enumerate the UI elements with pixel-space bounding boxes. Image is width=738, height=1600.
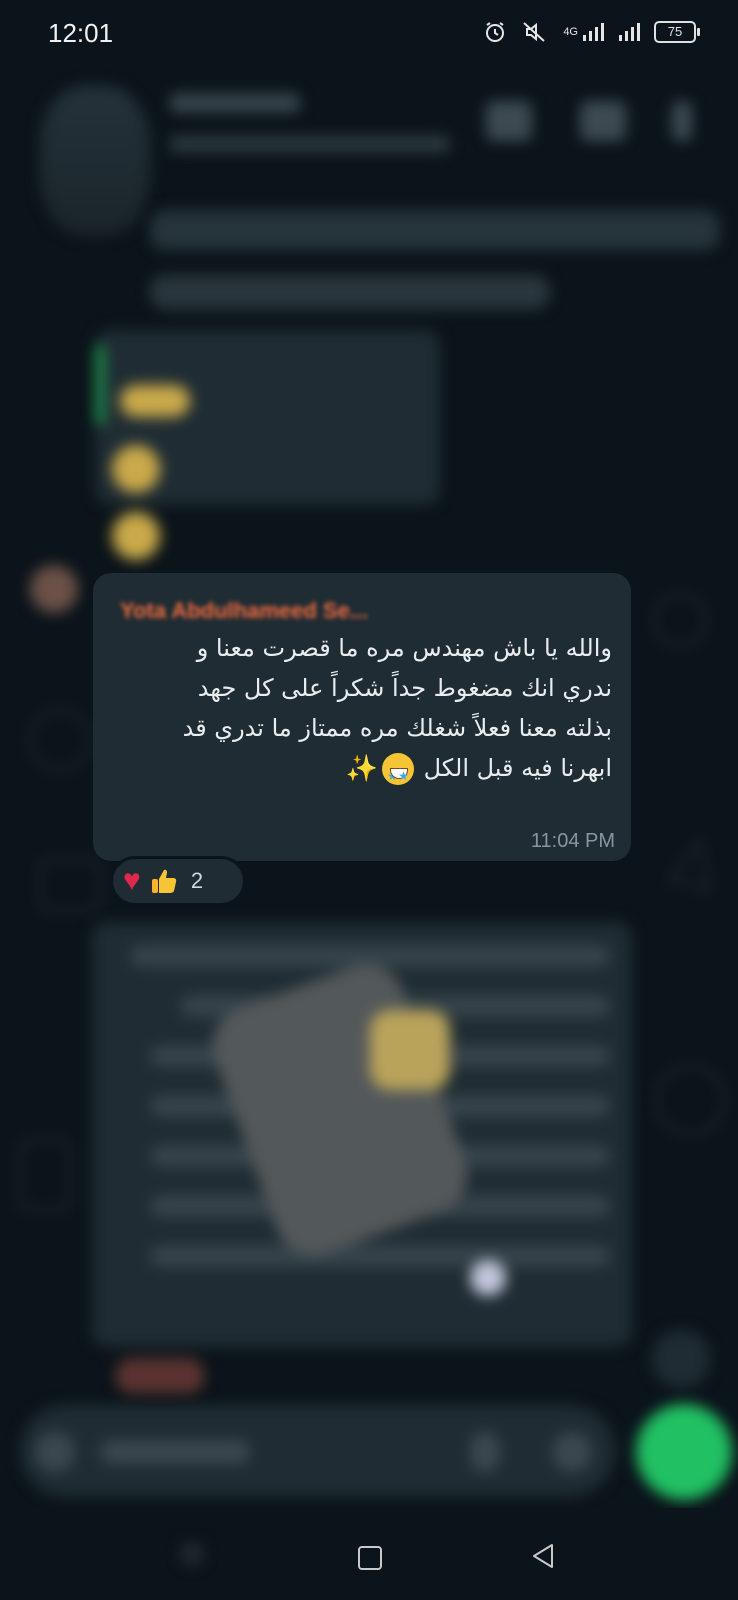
camera-icon[interactable] — [552, 1432, 592, 1472]
sender-name[interactable]: Yota Abdulhameed Se... — [120, 598, 368, 624]
nav-recents-icon[interactable] — [180, 1542, 204, 1566]
battery-level: 75 — [667, 24, 683, 39]
network-type: 4G — [563, 26, 578, 38]
more-icon[interactable] — [672, 101, 692, 141]
list-item — [150, 210, 720, 250]
emoji-placeholder — [370, 1010, 450, 1090]
reaction-count: 2 — [190, 868, 204, 893]
avatar[interactable] — [30, 565, 78, 613]
message-line: ابهرنا فيه قبل الكل — [423, 754, 612, 782]
contact-subtitle — [170, 136, 450, 152]
alarm-icon — [486, 22, 505, 42]
message-line-last: ابهرنا فيه قبل الكل ✨ — [118, 748, 612, 796]
message-time: 11:04 PM — [530, 830, 615, 852]
heart-reaction-icon: ♥ — [123, 864, 141, 897]
reactions-pill-next[interactable] — [115, 1358, 205, 1394]
signal-icon — [583, 23, 604, 41]
attach-icon[interactable] — [470, 1432, 500, 1472]
list-item — [130, 945, 610, 967]
list-item — [150, 1245, 610, 1267]
voice-call-icon[interactable] — [580, 101, 626, 141]
reactions-pill[interactable]: ♥ 2 — [110, 856, 246, 906]
message-line: والله يا باش مهندس مره ما قصرت معنا و — [196, 634, 612, 662]
chat-header — [0, 66, 738, 236]
contact-name[interactable] — [170, 94, 300, 112]
emoji-placeholder — [112, 445, 160, 493]
emoji-icon[interactable] — [35, 1432, 75, 1472]
emoji-placeholder — [112, 512, 160, 560]
mic-icon[interactable] — [636, 1404, 732, 1500]
status-icons: 4G 75 — [483, 20, 700, 44]
contact-avatar[interactable] — [40, 86, 150, 236]
message-placeholder — [100, 1440, 250, 1464]
quote-bar — [96, 345, 104, 425]
status-bar: 12:01 4G 75 — [0, 0, 738, 66]
thumbs-up-reaction-icon — [151, 869, 177, 893]
nav-back-icon[interactable] — [530, 1542, 556, 1570]
mute-icon — [523, 22, 545, 42]
sparkles-emoji-icon: ✨ — [345, 754, 378, 784]
battery-icon: 75 — [654, 21, 700, 43]
nav-home-icon[interactable] — [358, 1546, 382, 1570]
video-call-icon[interactable] — [486, 101, 532, 141]
message-line: ندري انك مضغوط جداً شكراً على كل جهد — [197, 674, 612, 702]
list-item — [150, 275, 550, 309]
message-text: والله يا باش مهندس مره ما قصرت معنا و ند… — [118, 628, 612, 796]
signal-icon-2 — [619, 23, 640, 41]
emoji-placeholder — [470, 1260, 506, 1296]
star-struck-emoji-icon — [381, 753, 414, 796]
scroll-down-button[interactable] — [652, 1330, 710, 1388]
message-line: بذلته معنا فعلاً شغلك مره ممتاز ما تدري … — [182, 714, 612, 742]
status-time: 12:01 — [48, 18, 114, 48]
emoji-placeholder — [120, 385, 190, 417]
